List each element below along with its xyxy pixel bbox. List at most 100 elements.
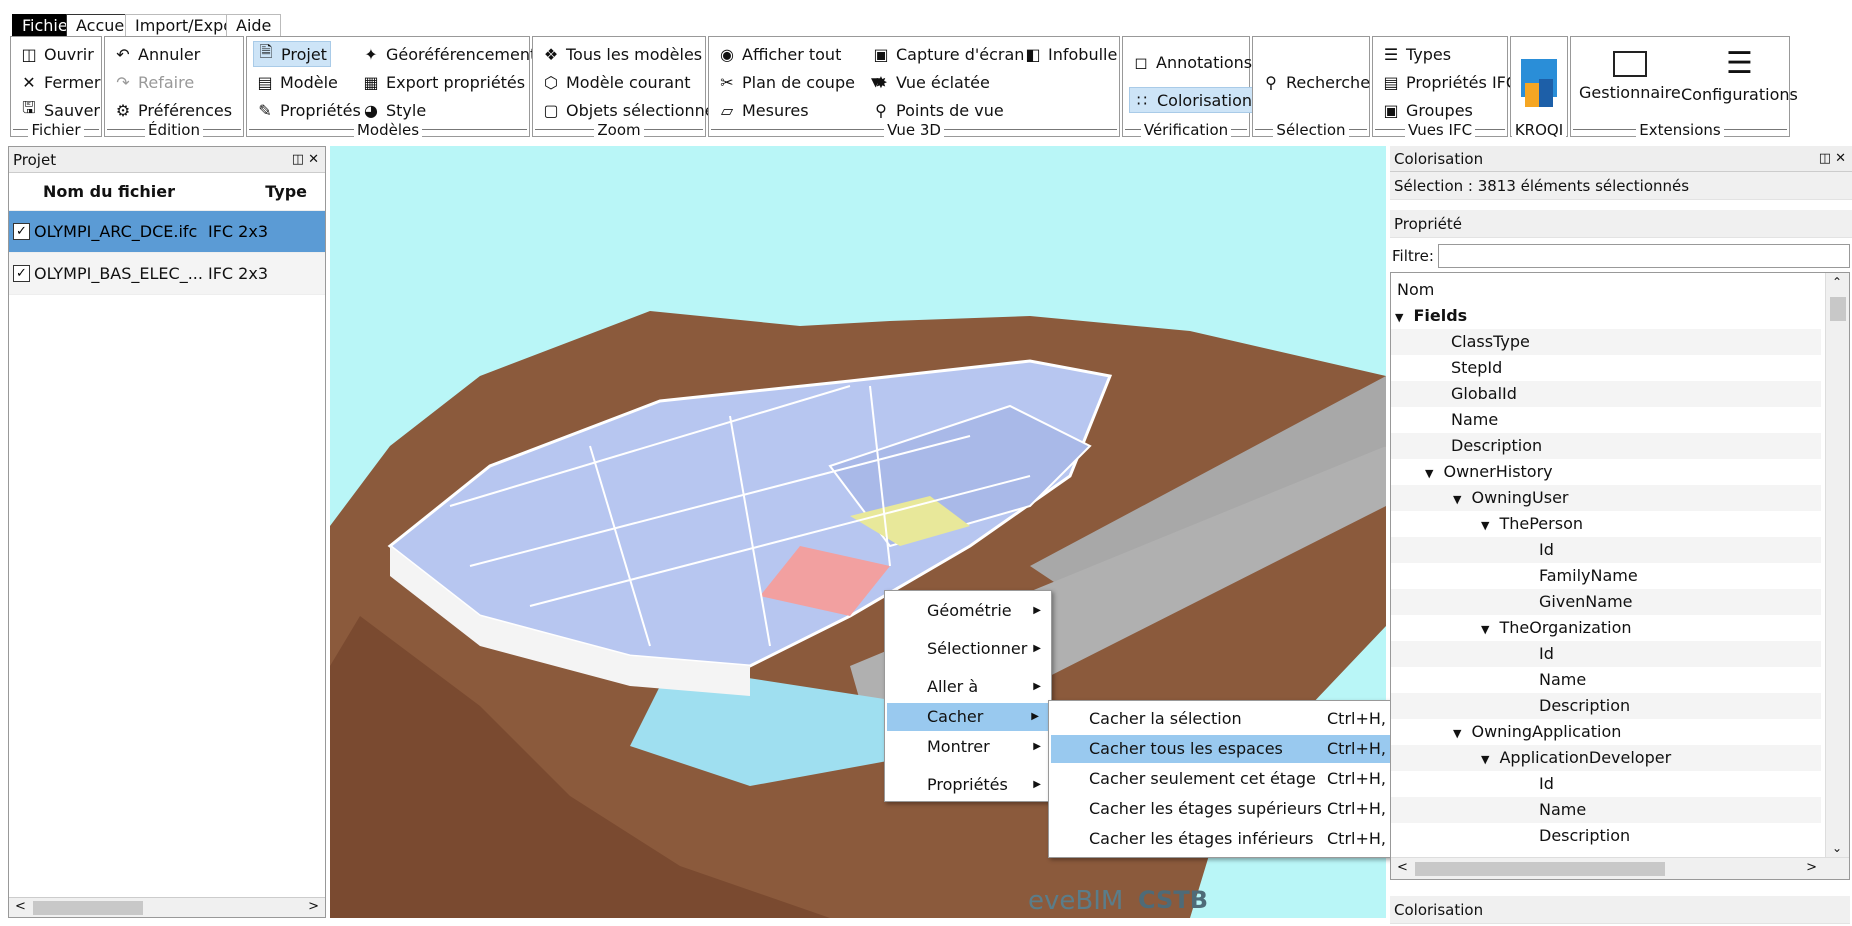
menu-item-aller-a[interactable]: Aller à ▶ [885,673,1051,701]
tree-node[interactable]: ▼ OwningApplication [1453,719,1621,745]
file-type: IFC 2x3 [208,222,269,241]
tree-item[interactable]: Description [1539,823,1630,849]
tree-item[interactable]: Name [1539,667,1586,693]
panel-buttons[interactable]: ◫ ✕ [1819,146,1846,172]
tree-node[interactable]: ▼ TheOrganization [1481,615,1632,641]
viewpoints-button[interactable]: ⚲ Points de vue [869,97,1007,123]
vertical-scrollbar[interactable]: ⌃ ⌄ [1825,273,1849,857]
zoom-selected-button[interactable]: ▢ Objets sélectionnés [539,97,726,123]
file-name: OLYMPI_ARC_DCE.ifc [34,222,198,241]
expand-arrow-icon[interactable]: ▼ [1425,467,1433,480]
export-icon: ▦ [363,72,379,92]
expand-arrow-icon[interactable]: ▼ [1453,493,1461,506]
group-title: Édition [105,121,243,139]
expand-arrow-icon[interactable]: ▼ [1481,623,1489,636]
tree-item[interactable]: Description [1539,693,1630,719]
configurations-button[interactable]: ☰ Configurations [1681,49,1798,105]
menu-item-geometrie[interactable]: Géométrie ▶ [885,597,1051,625]
search-button[interactable]: ⚲ Recherche [1259,69,1373,95]
tree-node[interactable]: ▼ ThePerson [1481,511,1583,537]
georeferencing-button[interactable]: ✦ Géoréférencement [359,41,539,67]
tree-item[interactable]: Id [1539,537,1554,563]
submenu-item[interactable]: Cacher la sélection Ctrl+H, Ctrl+H [1049,705,1449,733]
model-label: Modèle [280,72,338,92]
submenu-arrow-icon: ▶ [1033,605,1041,616]
model-button[interactable]: ▤ Modèle [253,69,341,95]
preferences-button[interactable]: ⚙ Préférences [111,97,235,123]
menu-item-cacher[interactable]: Cacher ▶ [887,703,1049,731]
types-button[interactable]: ☰ Types [1379,41,1454,67]
ifc-properties-button[interactable]: ▤ Propriétés IFC [1379,69,1520,95]
menu-item-proprietes[interactable]: Propriétés ▶ [885,771,1051,799]
horizontal-scrollbar[interactable]: < > [1391,857,1849,879]
palette-icon: ◕ [364,100,378,120]
submenu-item[interactable]: Cacher les étages supérieurs Ctrl+H, Ctrl… [1049,795,1449,823]
undo-label: Annuler [138,44,201,64]
expand-arrow-icon[interactable]: ▼ [1453,727,1461,740]
undo-button[interactable]: ↶ Annuler [111,41,203,67]
ifc-properties-icon: ▤ [1383,72,1399,92]
column-header-type[interactable]: Type [209,182,319,201]
close-button[interactable]: ✕ Fermer [17,69,103,95]
kroqi-logo-icon[interactable] [1521,59,1557,107]
checkbox[interactable]: ✓ [13,265,30,282]
colorisation-button[interactable]: ∷ Colorisation [1129,87,1257,113]
group-zoom: ❖ Tous les modèles ⬡ Modèle courant ▢ Objet… [532,36,723,139]
tab-aide[interactable]: Aide [226,14,282,36]
tree-item[interactable]: StepId [1451,355,1502,381]
tree-item[interactable]: Name [1451,407,1498,433]
table-row[interactable]: ✓ OLYMPI_BAS_ELEC_... IFC 2x3 [9,253,325,295]
filter-input[interactable] [1437,244,1850,268]
show-all-button[interactable]: ◉ Afficher tout [715,41,844,67]
horizontal-scrollbar[interactable]: < > [9,897,325,917]
save-button[interactable]: 🖫 Sauver [17,97,103,123]
panel-buttons[interactable]: ◫ ✕ [292,147,319,173]
tree-node[interactable]: ▼ OwningUser [1453,485,1569,511]
exploded-view-button[interactable]: ✸ Vue éclatée [869,69,993,95]
export-properties-button[interactable]: ▦ Export propriétés [359,69,528,95]
redo-button[interactable]: ↷ Refaire [111,69,197,95]
checkbox[interactable]: ✓ [13,223,30,240]
style-button[interactable]: ◕ Style [359,97,429,123]
submenu-item[interactable]: Cacher seulement cet étage Ctrl+H, Ctrl+B [1049,765,1449,793]
expand-arrow-icon[interactable]: ▼ [1481,753,1489,766]
manager-button[interactable]: Gestionnaire [1579,51,1681,102]
tooltip-button[interactable]: ◧ Infobulle [1021,41,1120,67]
menu-item-montrer[interactable]: Montrer ▶ [885,733,1051,761]
submenu-item[interactable]: Cacher les étages inférieurs Ctrl+H, Ctrl… [1049,825,1449,853]
tree-item[interactable]: Id [1539,641,1554,667]
tree-item[interactable]: GlobalId [1451,381,1517,407]
zoom-current-model-button[interactable]: ⬡ Modèle courant [539,69,694,95]
column-header-name[interactable]: Nom du fichier [9,182,209,201]
tree-item[interactable]: GivenName [1539,589,1633,615]
table-row[interactable]: ✓ OLYMPI_ARC_DCE.ifc IFC 2x3 [9,211,325,253]
zoom-selected-label: Objets sélectionnés [566,100,723,120]
tree-item[interactable]: FamilyName [1539,563,1638,589]
open-file-icon: ◫ [21,44,37,64]
project-button[interactable]: 🗎 Projet [253,41,331,67]
expand-arrow-icon[interactable]: ▼ [1481,519,1489,532]
submenu-item[interactable]: Cacher tous les espaces Ctrl+H, Ctrl+A [1051,735,1447,763]
list-icon: ☰ [1383,44,1399,64]
tree-node[interactable]: ▼ OwnerHistory [1425,459,1553,485]
screenshot-button[interactable]: ▣ Capture d'écran [869,41,1027,67]
tree-item[interactable]: Name [1539,797,1586,823]
tree-node[interactable]: ▼ ApplicationDeveloper [1481,745,1671,771]
group-selection: ⚲ Recherche Sélection [1252,36,1373,139]
menu-item-selectionner[interactable]: Sélectionner ▶ [885,635,1051,663]
tree-item[interactable]: Id [1539,771,1554,797]
open-button[interactable]: ◫ Ouvrir [17,41,97,67]
zoom-all-models-button[interactable]: ❖ Tous les modèles [539,41,705,67]
groups-icon: ▣ [1383,100,1399,120]
groups-button[interactable]: ▣ Groupes [1379,97,1476,123]
submenu-arrow-icon: ▶ [1031,711,1039,722]
tree-item[interactable]: Description [1451,433,1542,459]
tree-item[interactable]: ClassType [1451,329,1530,355]
tree-node-fields[interactable]: ▼ Fields [1395,303,1467,329]
eye-icon: ◉ [720,44,734,64]
measures-button[interactable]: ▱ Mesures [715,97,812,123]
annotations-button[interactable]: ◻ Annotations [1129,49,1255,75]
section-plane-button[interactable]: ✂ Plan de coupe ▼ [715,69,883,95]
expand-arrow-icon[interactable]: ▼ [1395,311,1403,324]
properties-button[interactable]: ✎ Propriétés [253,97,364,123]
